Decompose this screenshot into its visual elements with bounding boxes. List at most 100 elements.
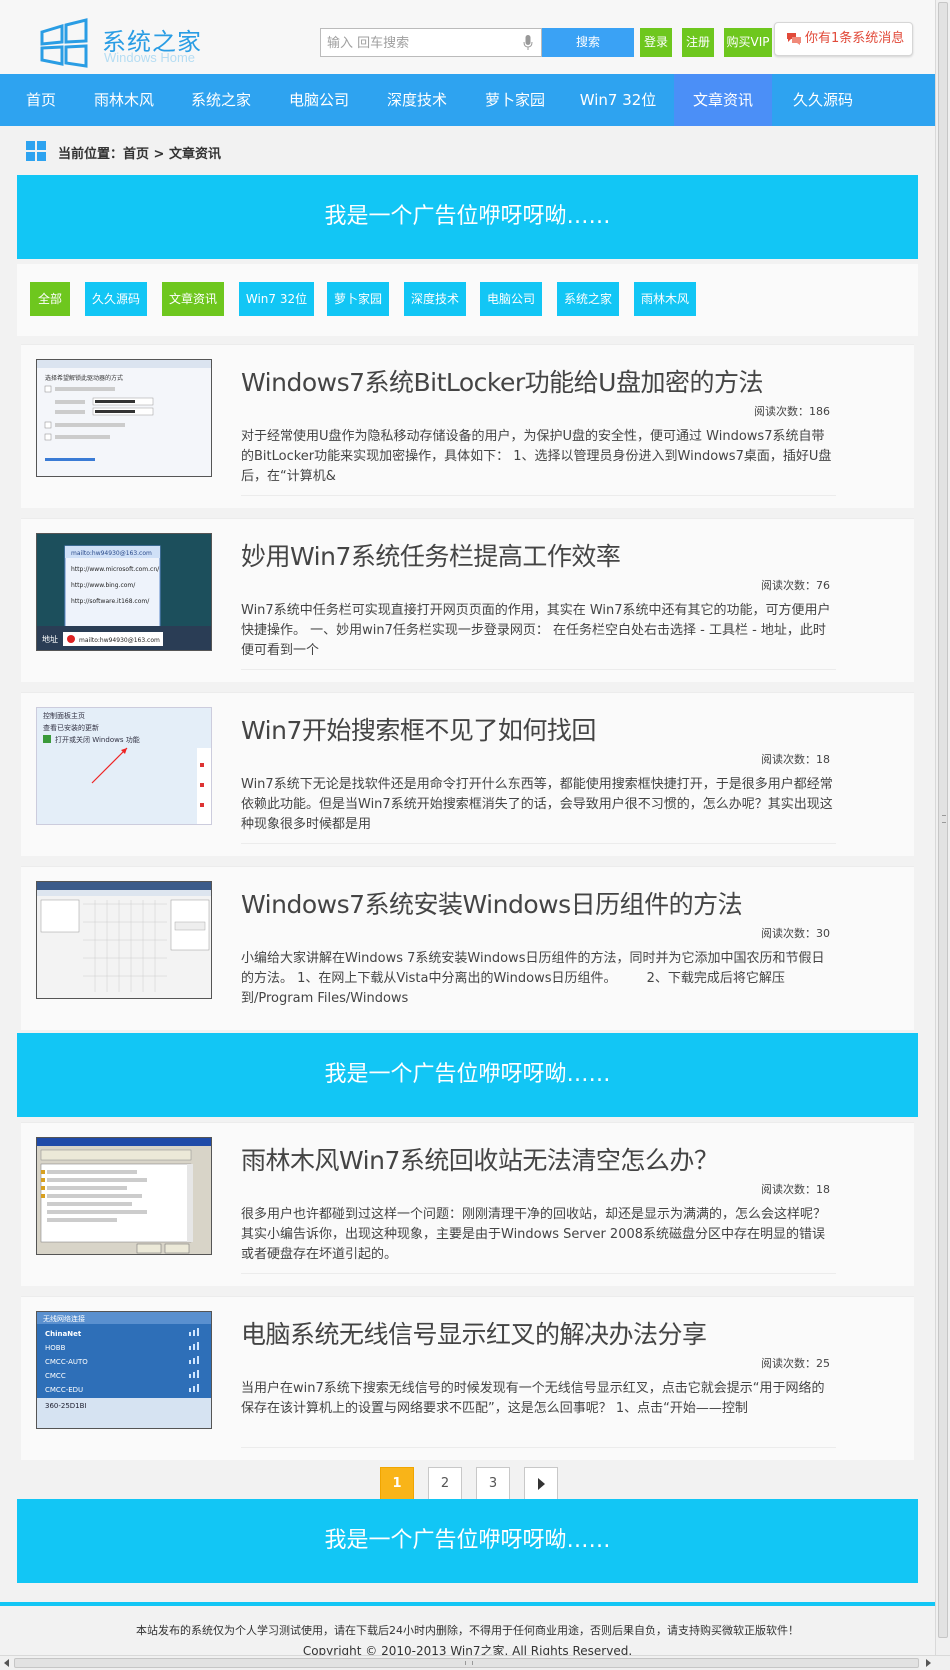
recycle-bin-screenshot-icon <box>37 1138 211 1254</box>
horizontal-scroll-thumb[interactable] <box>14 1658 919 1668</box>
filter-tag-win7-32[interactable]: Win7 32位 <box>239 282 314 316</box>
filter-tag-jjym[interactable]: 久久源码 <box>85 282 147 316</box>
ad-banner[interactable]: 我是一个广告位咿呀呀呦…… <box>17 1499 918 1583</box>
vertical-scroll-thumb[interactable] <box>938 2 948 1638</box>
ad-banner[interactable]: 我是一个广告位咿呀呀呦…… <box>17 175 918 259</box>
nav-item-articles[interactable]: 文章资讯 <box>674 74 772 126</box>
thumb-wifi-2: CMCC-AUTO <box>45 1358 88 1366</box>
filter-tag-dngs[interactable]: 电脑公司 <box>480 282 542 316</box>
nav-item-xtzj[interactable]: 系统之家 <box>178 74 264 126</box>
article-thumbnail[interactable] <box>36 1137 212 1255</box>
page-button-2[interactable]: 2 <box>428 1467 462 1501</box>
filter-tag-sdjs[interactable]: 深度技术 <box>404 282 466 316</box>
thumb-wifi-4: CMCC-EDU <box>45 1386 83 1394</box>
thumb-line-1: 查看已安装的更新 <box>43 723 99 732</box>
footer-disclaimer: 本站发布的系统仅为个人学习测试使用，请在下载后24小时内删除，不得用于任何商业用… <box>136 1624 799 1637</box>
horizontal-scrollbar[interactable] <box>0 1655 950 1670</box>
wifi-list-screenshot-icon: 无线网络连接 ChinaNet HOBB CMCC-AUTO CMCC CMCC… <box>37 1312 211 1428</box>
article-read-count: 阅读次数：18 <box>761 1183 830 1196</box>
thumb-wifi-5: 360-25D1BI <box>45 1402 87 1410</box>
nav-item-ylmf[interactable]: 雨林木风 <box>84 74 164 126</box>
bitlocker-screenshot-icon: 选择希望解锁此驱动器的方式 <box>37 360 211 476</box>
article-thumbnail[interactable]: 选择希望解锁此驱动器的方式 <box>36 359 212 477</box>
nav-item-win7-32[interactable]: Win7 32位 <box>570 74 666 126</box>
thumb-address-value: mailto:hw94930@163.com <box>79 637 160 644</box>
nav-item-jjym[interactable]: 久久源码 <box>780 74 866 126</box>
filter-tag-ylmf[interactable]: 雨林木风 <box>634 282 696 316</box>
article-read-count: 阅读次数：25 <box>761 1357 830 1370</box>
vertical-scrollbar[interactable] <box>935 0 950 1655</box>
article-thumbnail[interactable]: 无线网络连接 ChinaNet HOBB CMCC-AUTO CMCC CMCC… <box>36 1311 212 1429</box>
login-button[interactable]: 登录 <box>640 28 672 57</box>
site-header: 系统之家 Windows Home 搜索 登录 注册 购买VIP 你有1条系统消… <box>0 0 935 74</box>
thumb-line-0: 控制面板主页 <box>43 711 85 720</box>
thumb-wifi-title: 无线网络连接 <box>43 1314 85 1323</box>
article-item[interactable]: 雨林木风Win7系统回收站无法清空怎么办？ 阅读次数：18 很多用户也许都碰到过… <box>21 1122 914 1286</box>
article-title[interactable]: 妙用Win7系统任务栏提高工作效率 <box>241 537 621 573</box>
footer-divider <box>0 1602 935 1606</box>
page-button-1[interactable]: 1 <box>380 1467 414 1501</box>
chat-bubble-icon <box>787 33 801 45</box>
article-thumbnail[interactable]: 控制面板主页 查看已安装的更新 打开或关闭 Windows 功能 <box>36 707 212 825</box>
article-description: 对于经常使用U盘作为隐私移动存储设备的用户，为保护U盘的安全性，便可通过 Win… <box>241 429 832 484</box>
nav-item-home[interactable]: 首页 <box>10 74 72 126</box>
thumb-url-2: http://www.bing.com/ <box>71 582 136 589</box>
divider <box>241 1447 836 1448</box>
scroll-left-icon[interactable] <box>1 1657 13 1669</box>
thumb-caption: 选择希望解锁此驱动器的方式 <box>45 374 123 382</box>
buy-vip-button[interactable]: 购买VIP <box>724 28 772 57</box>
triangle-right-icon <box>538 1478 545 1490</box>
article-description: 当用户在win7系统下搜索无线信号的时候发现有一个无线信号显示红叉，点击它就会提… <box>241 1381 825 1416</box>
article-item[interactable]: mailto:hw94930@163.com http://www.micros… <box>21 518 914 682</box>
taskbar-screenshot-icon: mailto:hw94930@163.com http://www.micros… <box>37 534 211 650</box>
microphone-icon[interactable] <box>523 35 533 51</box>
article-description: 小编给大家讲解在Windows 7系统安装Windows日历组件的方法，同时并为… <box>241 951 825 1006</box>
search-input[interactable] <box>327 33 517 53</box>
page-button-3[interactable]: 3 <box>476 1467 510 1501</box>
calendar-screenshot-icon <box>37 882 211 998</box>
thumb-url-1: http://www.microsoft.com.cn/ <box>71 566 160 573</box>
nav-item-sdjs[interactable]: 深度技术 <box>374 74 460 126</box>
article-title[interactable]: Win7开始搜索框不见了如何找回 <box>241 711 596 747</box>
article-item[interactable]: 选择希望解锁此驱动器的方式 Windows7系统BitLocker功能给U盘加密… <box>21 344 914 508</box>
scroll-grip-icon <box>942 815 946 823</box>
next-page-button[interactable] <box>524 1467 558 1501</box>
thumb-line-2: 打开或关闭 Windows 功能 <box>55 735 140 744</box>
article-description: 很多用户也许都碰到过这样一个问题：刚刚清理干净的回收站，却还是显示为满满的，怎么… <box>241 1207 827 1262</box>
system-message-button[interactable]: 你有1条系统消息 <box>774 22 913 56</box>
article-item[interactable]: 无线网络连接 ChinaNet HOBB CMCC-AUTO CMCC CMCC… <box>21 1296 914 1460</box>
filter-tag-articles[interactable]: 文章资讯 <box>162 282 224 316</box>
search-box <box>320 28 542 57</box>
nav-item-lbjy[interactable]: 萝卜家园 <box>472 74 558 126</box>
scroll-grip-icon <box>465 1661 473 1665</box>
windows-grid-icon <box>26 141 46 161</box>
article-read-count: 阅读次数：30 <box>761 927 830 940</box>
main-nav: 首页 雨林木风 系统之家 电脑公司 深度技术 萝卜家园 Win7 32位 文章资… <box>0 74 935 126</box>
article-title[interactable]: 雨林木风Win7系统回收站无法清空怎么办？ <box>241 1141 719 1177</box>
article-read-count: 阅读次数：186 <box>754 405 830 418</box>
thumb-url-3: http://software.it168.com/ <box>71 598 150 605</box>
article-description: Win7系统下无论是找软件还是用命令打开什么东西等，都能使用搜索框快捷打开，于是… <box>241 777 833 832</box>
article-title[interactable]: Windows7系统BitLocker功能给U盘加密的方法 <box>241 363 763 399</box>
article-thumbnail[interactable]: mailto:hw94930@163.com http://www.micros… <box>36 533 212 651</box>
ad-banner[interactable]: 我是一个广告位咿呀呀呦…… <box>17 1033 918 1117</box>
filter-tag-lbjy[interactable]: 萝卜家园 <box>327 282 389 316</box>
article-title[interactable]: 电脑系统无线信号显示红叉的解决办法分享 <box>241 1315 707 1351</box>
thumb-wifi-1: HOBB <box>45 1344 66 1352</box>
search-button[interactable]: 搜索 <box>542 28 634 57</box>
article-item[interactable]: 控制面板主页 查看已安装的更新 打开或关闭 Windows 功能 Win7开始搜… <box>21 692 914 856</box>
article-read-count: 阅读次数：18 <box>761 753 830 766</box>
site-logo[interactable]: 系统之家 Windows Home <box>38 18 258 68</box>
thumb-address-label: 地址 <box>42 634 58 644</box>
article-item[interactable]: Windows7系统安装Windows日历组件的方法 阅读次数：30 小编给大家… <box>21 866 914 1030</box>
divider <box>241 843 836 844</box>
register-button[interactable]: 注册 <box>682 28 714 57</box>
thumb-url-0: mailto:hw94930@163.com <box>71 550 152 557</box>
filter-tag-xtzj[interactable]: 系统之家 <box>557 282 619 316</box>
scroll-right-icon[interactable] <box>922 1657 934 1669</box>
article-title[interactable]: Windows7系统安装Windows日历组件的方法 <box>241 885 743 921</box>
nav-item-dngs[interactable]: 电脑公司 <box>276 74 362 126</box>
article-thumbnail[interactable] <box>36 881 212 999</box>
article-description: Win7系统中任务栏可实现直接打开网页页面的作用，其实在 Win7系统中还有其它… <box>241 603 831 658</box>
filter-tag-all[interactable]: 全部 <box>30 282 70 316</box>
